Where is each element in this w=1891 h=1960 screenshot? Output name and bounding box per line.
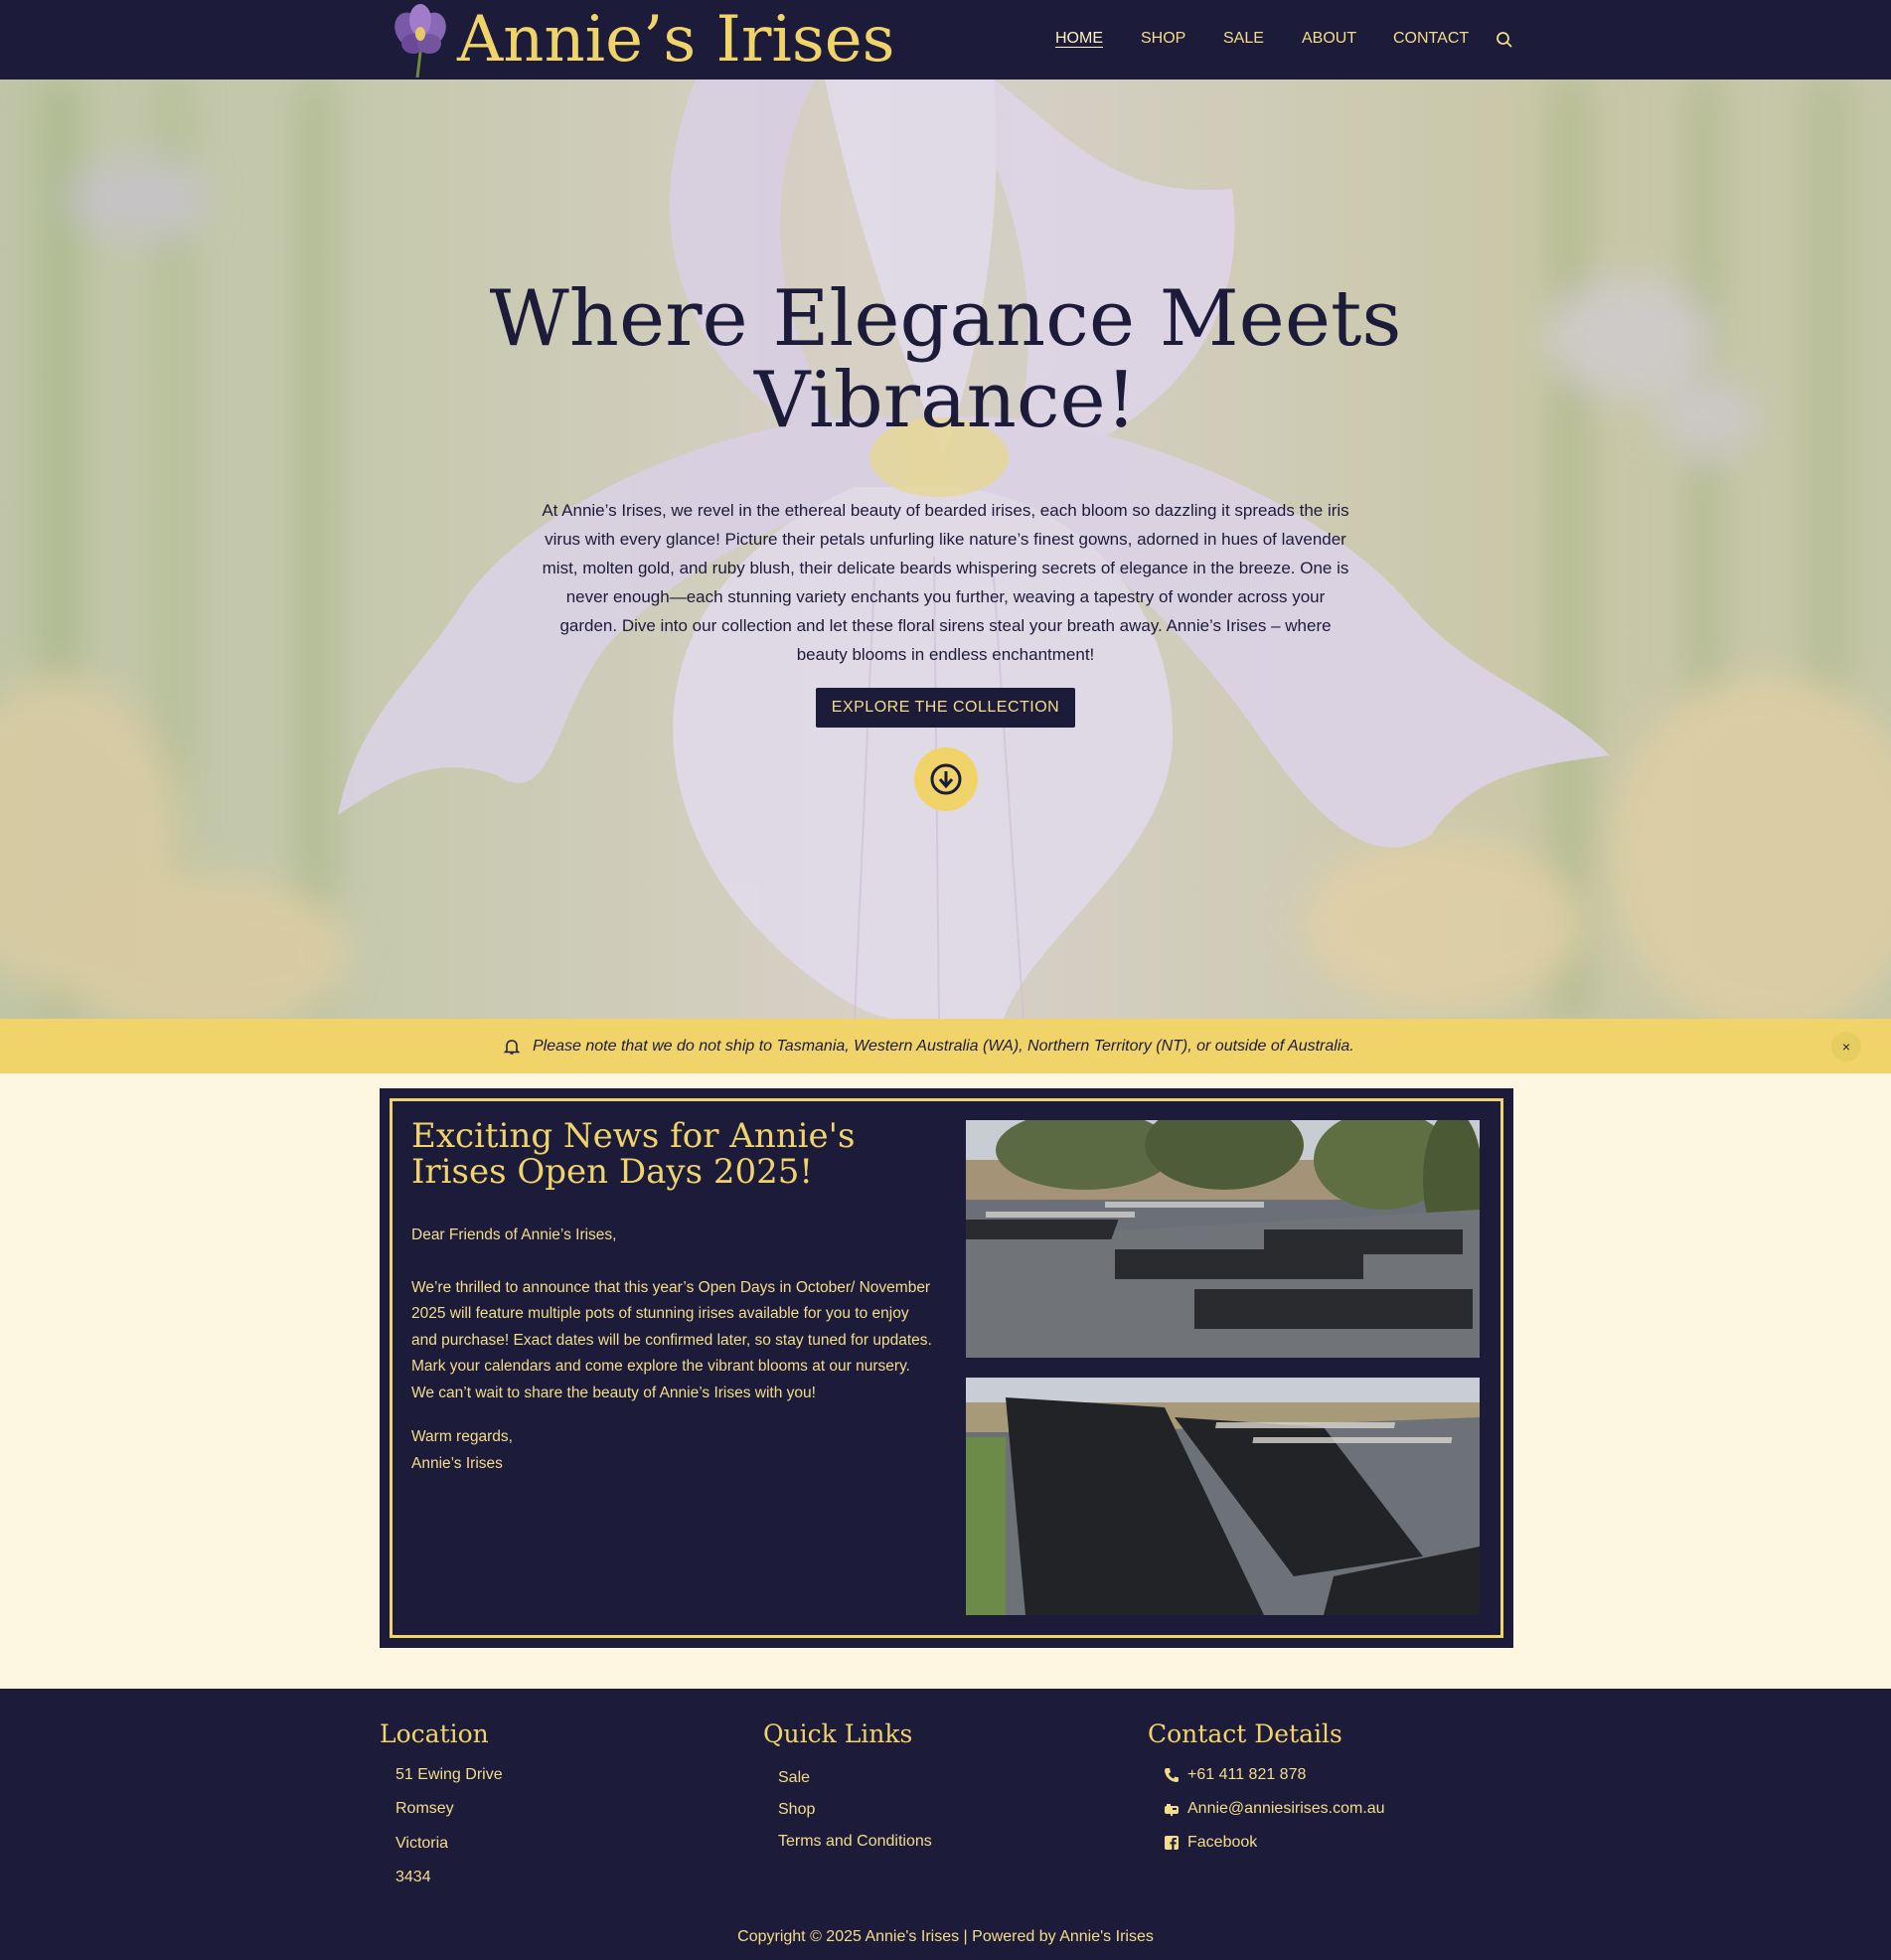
- footer-link-shop[interactable]: Shop: [778, 1800, 815, 1820]
- news-closing-line: We can’t wait to share the beauty of Ann…: [411, 1384, 816, 1401]
- news-panel: Exciting News for Annie's Irises Open Da…: [380, 1088, 1513, 1648]
- hero-section: Where Elegance Meets Vibrance! At Annie’…: [0, 80, 1891, 1019]
- location-line: Victoria: [395, 1835, 449, 1852]
- site-header: Annie’s Irises HOME SHOP SALE ABOUT CONT…: [0, 0, 1891, 80]
- nav-home[interactable]: HOME: [1055, 30, 1103, 48]
- scroll-down-button[interactable]: [914, 747, 978, 811]
- contact-phone[interactable]: +61 411 821 878: [1187, 1765, 1306, 1785]
- footer-contact-heading: Contact Details: [1148, 1719, 1342, 1748]
- nursery-photo-2: [966, 1378, 1480, 1615]
- nav-contact[interactable]: CONTACT: [1393, 30, 1469, 48]
- copyright-text: Copyright © 2025 Annie's Irises | Powere…: [737, 1928, 1154, 1945]
- site-footer: Location 51 Ewing Drive Romsey Victoria …: [0, 1689, 1891, 1960]
- shipping-notice-bar: Please note that we do not ship to Tasma…: [0, 1019, 1891, 1073]
- footer-quick-links-heading: Quick Links: [763, 1719, 913, 1748]
- mailbox-icon: [1165, 1804, 1179, 1816]
- contact-facebook[interactable]: Facebook: [1187, 1833, 1257, 1853]
- nursery-photo-1: [966, 1120, 1480, 1358]
- footer-location-heading: Location: [380, 1719, 489, 1748]
- contact-email[interactable]: Annie@anniesirises.com.au: [1187, 1799, 1385, 1819]
- iris-logo-icon: [394, 4, 446, 79]
- facebook-icon: [1165, 1836, 1179, 1850]
- hero-title-line-1: Where Elegance Meets: [489, 274, 1402, 364]
- phone-icon: [1165, 1768, 1179, 1782]
- site-logo-text: Annie’s Irises: [457, 3, 895, 77]
- footer-location: Location 51 Ewing Drive Romsey Victoria …: [380, 1719, 503, 1886]
- location-line: 51 Ewing Drive: [395, 1766, 503, 1783]
- bell-icon: [503, 1039, 521, 1055]
- shipping-notice-text: Please note that we do not ship to Tasma…: [533, 1037, 1354, 1055]
- hero-description: At Annie’s Irises, we revel in the ether…: [542, 501, 1349, 664]
- notice-close-button[interactable]: ×: [1831, 1032, 1861, 1062]
- footer-contact: Contact Details +61 411 821 878 Annie@an…: [1148, 1719, 1385, 1852]
- news-greeting: Dear Friends of Annie’s Irises,: [411, 1226, 617, 1243]
- news-paragraph: We’re thrilled to announce that this yea…: [411, 1278, 932, 1376]
- arrow-down-circle-icon: [930, 763, 962, 795]
- footer-link-terms[interactable]: Terms and Conditions: [778, 1832, 932, 1852]
- explore-collection-button[interactable]: EXPLORE THE COLLECTION: [816, 688, 1075, 728]
- news-regards: Warm regards,: [411, 1428, 513, 1445]
- news-title: Exciting News for Annie's Irises Open Da…: [411, 1116, 856, 1192]
- nav-about[interactable]: ABOUT: [1302, 30, 1356, 48]
- search-icon[interactable]: [1496, 31, 1513, 49]
- footer-link-sale[interactable]: Sale: [778, 1768, 810, 1788]
- hero-title: Where Elegance Meets Vibrance!: [447, 278, 1444, 441]
- location-line: Romsey: [395, 1800, 454, 1817]
- nav-shop[interactable]: SHOP: [1141, 30, 1185, 48]
- news-signature: Annie’s Irises: [411, 1454, 503, 1472]
- location-line: 3434: [395, 1869, 431, 1885]
- news-body: Dear Friends of Annie’s Irises, We’re th…: [411, 1223, 938, 1477]
- nav-sale[interactable]: SALE: [1223, 30, 1264, 48]
- footer-quick-links: Quick Links Sale Shop Terms and Conditio…: [763, 1719, 932, 1851]
- site-logo[interactable]: Annie’s Irises: [384, 0, 894, 80]
- hero-title-line-2: Vibrance!: [753, 356, 1138, 445]
